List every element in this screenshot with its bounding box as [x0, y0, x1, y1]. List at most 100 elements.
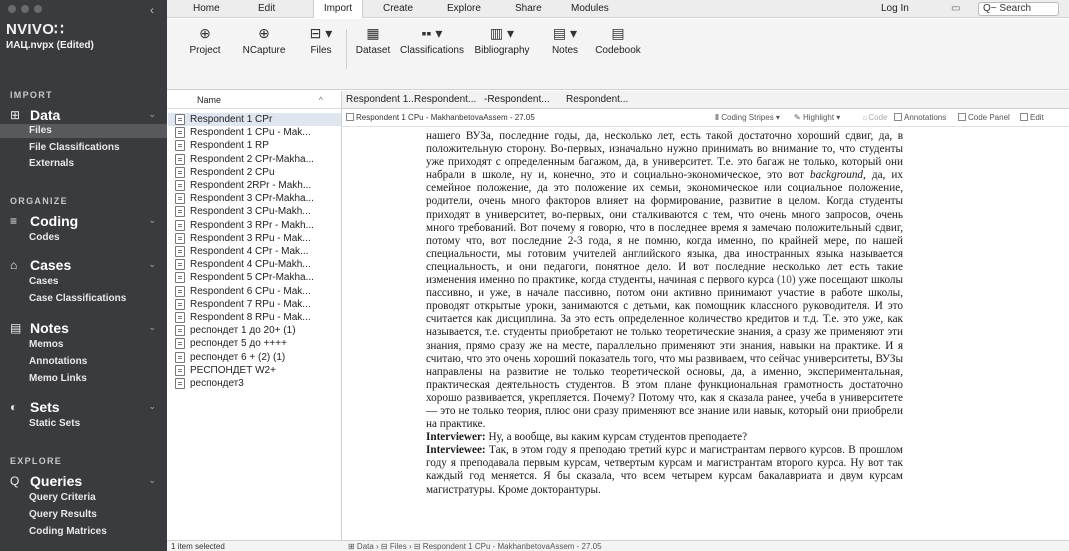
- code-button[interactable]: ☼Code: [861, 113, 887, 122]
- column-header-name[interactable]: Name: [197, 95, 221, 105]
- file-list-item[interactable]: Respondent 3 CPu-Makh...: [175, 205, 311, 218]
- section-heading-organize: ORGANIZE: [10, 196, 68, 206]
- tab-explore[interactable]: Explore: [447, 3, 481, 14]
- file-name: респондет3: [190, 378, 244, 389]
- file-list-item[interactable]: Respondent 6 CPu - Mak...: [175, 285, 311, 298]
- file-list-item[interactable]: Respondent 8 RPu - Mak...: [175, 311, 311, 324]
- classifications-button[interactable]: ▪▪ ▾ Classifications: [398, 23, 466, 56]
- file-list-header[interactable]: Name ^: [167, 91, 341, 109]
- sidebar-item-query-criteria[interactable]: Query Criteria: [29, 492, 96, 503]
- sidebar-item-memo-links[interactable]: Memo Links: [29, 373, 87, 384]
- project-button[interactable]: ⊕ Project: [188, 23, 222, 56]
- file-list-item[interactable]: респондет 5 до ++++: [175, 337, 287, 350]
- file-list-item[interactable]: Respondent 1 CPu - Mak...: [175, 126, 311, 139]
- sidebar-item-codes[interactable]: Codes: [29, 232, 60, 243]
- sidebar-item-coding-matrices[interactable]: Coding Matrices: [29, 526, 107, 537]
- file-list-item[interactable]: Respondent 5 CPr-Makha...: [175, 271, 314, 284]
- reference-number: (10): [776, 274, 796, 287]
- window-controls[interactable]: [8, 5, 42, 13]
- document-icon: [175, 127, 185, 139]
- sidebar-item-file-classifications[interactable]: File Classifications: [29, 142, 120, 153]
- file-list-item[interactable]: Respondent 2 CPu: [175, 166, 275, 179]
- tab-share[interactable]: Share: [515, 3, 542, 14]
- cases-icon: ⌂: [10, 258, 18, 272]
- coding-stripes-button[interactable]: ‖ Coding Stripes ▾: [715, 113, 780, 122]
- annotations-button[interactable]: Annotations: [894, 113, 946, 122]
- sidebar-item-static-sets[interactable]: Static Sets: [29, 418, 80, 429]
- sidebar-item-externals[interactable]: Externals: [29, 158, 74, 169]
- sidebar-item-memos[interactable]: Memos: [29, 339, 63, 350]
- tab-import[interactable]: Import: [313, 0, 363, 18]
- nav-group-notes[interactable]: ▤ Notes ⌄: [10, 319, 160, 337]
- file-list-item[interactable]: РЕСПОНДЕТ W2+: [175, 364, 276, 377]
- edit-toggle[interactable]: Edit: [1020, 113, 1044, 122]
- button-label: Files: [310, 45, 332, 56]
- doc-tab[interactable]: Respondent 1...: [346, 94, 417, 105]
- nav-group-cases[interactable]: ⌂ Cases ⌄: [10, 256, 160, 274]
- chevron-down-icon: ⌄: [148, 215, 156, 225]
- codebook-icon: ▤: [611, 25, 625, 41]
- dataset-button[interactable]: ▦ Dataset: [355, 23, 391, 56]
- nav-group-data[interactable]: ⊞ Data ⌄: [10, 106, 160, 124]
- file-list-item[interactable]: Respondent 3 CPr-Makha...: [175, 192, 314, 205]
- chat-icon[interactable]: ▭: [951, 3, 960, 14]
- maximize-window-button[interactable]: [34, 5, 42, 13]
- file-list-item[interactable]: респондет3: [175, 377, 244, 390]
- dataset-icon: ▦: [366, 25, 380, 41]
- chevron-down-icon: ⌄: [148, 259, 156, 269]
- highlight-button[interactable]: ✎ Highlight ▾: [794, 113, 840, 122]
- sidebar-item-cases[interactable]: Cases: [29, 276, 58, 287]
- code-panel-toggle[interactable]: Code Panel: [958, 113, 1010, 122]
- file-list-item[interactable]: Respondent 4 CPr - Mak...: [175, 245, 308, 258]
- sidebar-item-files[interactable]: Files: [0, 124, 167, 138]
- nav-group-label: Notes: [30, 320, 69, 336]
- search-input[interactable]: Q~ Search: [978, 2, 1059, 16]
- file-name: Respondent 3 CPu-Makh...: [190, 206, 311, 218]
- file-list-item[interactable]: Respondent 1 CPr: [168, 113, 341, 126]
- sidebar-item-case-classifications[interactable]: Case Classifications: [29, 293, 126, 304]
- minimize-window-button[interactable]: [21, 5, 29, 13]
- file-list-item[interactable]: Respondent 1 RP: [175, 139, 269, 152]
- tab-home[interactable]: Home: [193, 3, 220, 14]
- tab-modules[interactable]: Modules: [571, 3, 609, 14]
- doc-tab[interactable]: Respondent...: [414, 94, 476, 105]
- file-list-item[interactable]: Respondent 2 CPr-Makha...: [175, 153, 314, 166]
- document-icon: [346, 113, 354, 121]
- code-label: Code: [868, 113, 888, 122]
- notes-button[interactable]: ▤ ▾ Notes: [548, 23, 582, 56]
- codebook-button[interactable]: ▤ Codebook: [593, 23, 643, 56]
- document-icon: [175, 180, 185, 191]
- file-list-item[interactable]: респондет 6 + (2) (1): [175, 351, 285, 364]
- collapse-sidebar-icon[interactable]: ‹: [150, 3, 154, 17]
- file-name: Respondent 3 CPr-Makha...: [190, 193, 314, 205]
- chevron-down-icon: ⌄: [148, 109, 156, 119]
- sidebar-item-query-results[interactable]: Query Results: [29, 509, 97, 520]
- file-list-item[interactable]: Respondent 7 RPu - Mak...: [175, 298, 311, 311]
- files-button[interactable]: ⊟ ▾ Files: [306, 23, 336, 56]
- nav-group-coding[interactable]: ≡ Coding ⌄: [10, 212, 160, 230]
- nav-group-label: Sets: [30, 399, 60, 415]
- sidebar-item-annotations[interactable]: Annotations: [29, 356, 87, 367]
- document-icon: [175, 114, 185, 125]
- login-link[interactable]: Log In: [881, 3, 909, 14]
- tab-create[interactable]: Create: [383, 3, 413, 14]
- ribbon-toolbar: ⊕ Project ⊕ NCapture ⊟ ▾ Files ▦ Dataset…: [167, 19, 1069, 90]
- close-window-button[interactable]: [8, 5, 16, 13]
- sort-chevron-icon[interactable]: ^: [319, 95, 323, 105]
- doc-tab[interactable]: Respondent...: [566, 94, 628, 105]
- doc-tab[interactable]: -Respondent...: [484, 94, 550, 105]
- file-list-item[interactable]: Respondent 4 CPu-Makh...: [175, 258, 311, 271]
- bibliography-button[interactable]: ▥ ▾ Bibliography: [471, 23, 533, 56]
- file-list-item[interactable]: Respondent 3 RPu - Mak...: [175, 232, 311, 245]
- nav-group-sets[interactable]: ◐ Sets ⌄: [10, 398, 160, 416]
- document-view[interactable]: нашего ВУЗа, последние годы, да, несколь…: [342, 127, 1069, 540]
- nav-group-queries[interactable]: Q Queries ⌄: [10, 472, 160, 490]
- button-label: Notes: [551, 45, 579, 56]
- file-list-item[interactable]: респондет 1 до 20+ (1): [175, 324, 296, 337]
- ncapture-button[interactable]: ⊕ NCapture: [241, 23, 287, 56]
- document-text[interactable]: нашего ВУЗа, последние годы, да, несколь…: [426, 130, 903, 497]
- file-list-item[interactable]: Respondent 3 RPr - Makh...: [175, 219, 314, 232]
- tab-edit[interactable]: Edit: [258, 3, 275, 14]
- button-label: Classifications: [400, 45, 464, 56]
- file-list-item[interactable]: Respondent 2RPr - Makh...: [175, 179, 311, 192]
